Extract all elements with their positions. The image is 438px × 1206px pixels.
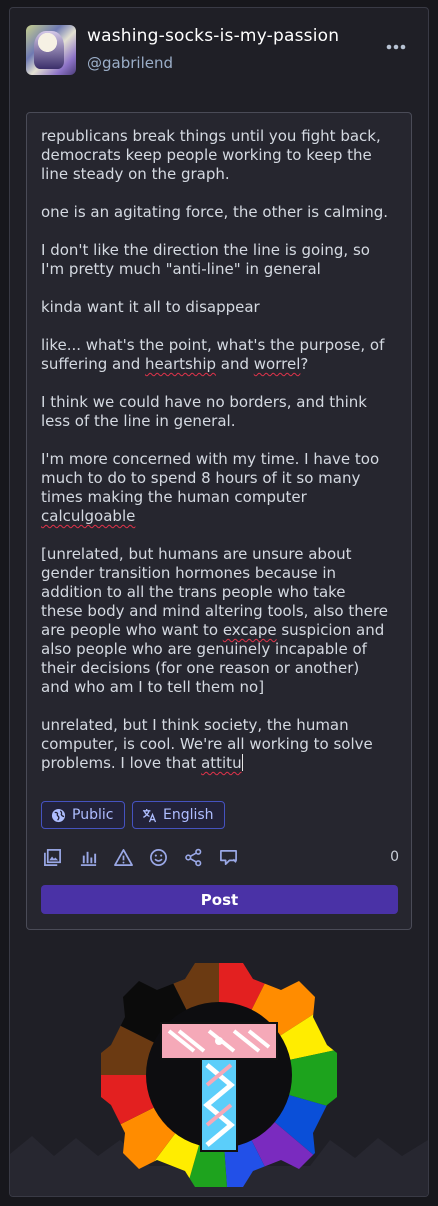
text-line: republicans break things until you fight… [41, 127, 381, 145]
language-label: English [163, 807, 214, 823]
text-line [41, 222, 399, 241]
text-line [41, 374, 399, 393]
compose-toolbar: 0 [41, 846, 399, 868]
text-line: and who am I to tell them no] [41, 678, 265, 696]
text-line: are people who want to excape suspicion … [41, 621, 385, 639]
text-line: addition to all the trans people who tak… [41, 583, 346, 601]
ellipsis-icon[interactable] [380, 34, 412, 60]
text-line: times making the human computer [41, 488, 307, 506]
text-line: line steady on the graph. [41, 165, 230, 183]
text-line: computer, is cool. We're all working to … [41, 735, 373, 753]
text-line: also people who are genuinely incapable … [41, 640, 367, 658]
status-textarea[interactable]: republicans break things until you fight… [41, 127, 399, 773]
text-line: their decisions (for one reason or anoth… [41, 659, 360, 677]
text-line [41, 184, 399, 203]
visibility-label: Public [72, 807, 114, 823]
text-line: calculgoable [41, 507, 136, 525]
text-line: less of the line in general. [41, 412, 236, 430]
mascot-area [10, 938, 428, 1196]
language-button[interactable]: English [132, 801, 225, 829]
text-line: [unrelated, but humans are unsure about [41, 545, 352, 563]
account-header: washing-socks-is-my-passion @gabrilend [26, 24, 412, 80]
text-line: much to do to spend 8 hours of it so man… [41, 469, 361, 487]
text-line: democrats keep people working to keep th… [41, 146, 372, 164]
text-line: I'm more concerned with my time. I have … [41, 450, 380, 468]
text-line: these body and mind altering tools, also… [41, 602, 389, 620]
text-line: I don't like the direction the line is g… [41, 241, 370, 259]
avatar[interactable] [26, 25, 76, 75]
display-name: washing-socks-is-my-passion [87, 26, 340, 46]
text-line: suffering and heartship and worrel? [41, 355, 309, 373]
text-caret [241, 754, 243, 771]
share-icon[interactable] [182, 846, 204, 868]
media-icon[interactable] [41, 846, 63, 868]
compose-panel: washing-socks-is-my-passion @gabrilend r… [9, 7, 429, 1197]
visibility-button[interactable]: Public [41, 801, 125, 829]
text-line: I think we could have no borders, and th… [41, 393, 367, 411]
compose-form: republicans break things until you fight… [26, 112, 412, 930]
globe-icon [51, 808, 66, 822]
text-line: gender transition hormones because in [41, 564, 337, 582]
text-line: kinda want it all to disappear [41, 298, 260, 316]
post-button[interactable]: Post [41, 885, 398, 914]
translate-icon [142, 808, 157, 822]
text-line [41, 697, 399, 716]
text-line [41, 526, 399, 545]
emoji-icon[interactable] [147, 846, 169, 868]
trans-rainbow-gear-logo-icon [101, 963, 337, 1187]
text-line: I'm pretty much "anti-line" in general [41, 260, 321, 278]
text-line: unrelated, but I think society, the huma… [41, 716, 349, 734]
character-counter: 0 [390, 849, 399, 865]
text-line [41, 317, 399, 336]
quote-icon[interactable] [217, 846, 239, 868]
content-warning-icon[interactable] [112, 846, 134, 868]
text-line: like... what's the point, what's the pur… [41, 336, 385, 354]
text-line [41, 279, 399, 298]
text-line: problems. I love that attitu [41, 754, 243, 772]
account-handle: @gabrilend [87, 54, 173, 72]
text-line [41, 431, 399, 450]
poll-icon[interactable] [77, 846, 99, 868]
text-line: one is an agitating force, the other is … [41, 203, 389, 221]
